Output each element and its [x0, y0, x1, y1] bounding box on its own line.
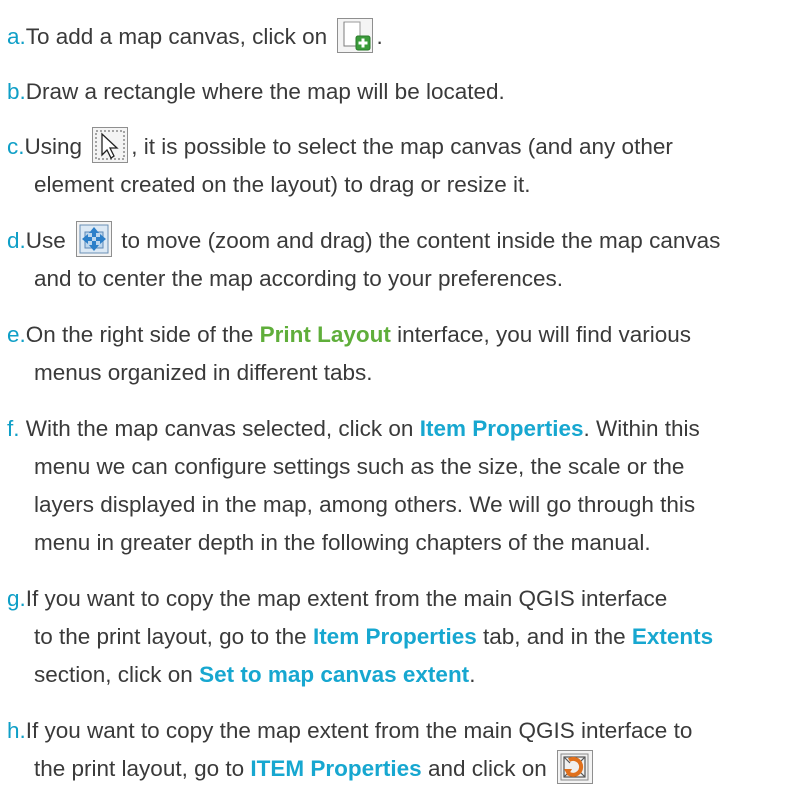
item-marker: f.: [7, 416, 20, 441]
item-text-continued: menu we can configure settings such as t…: [34, 454, 685, 479]
item-text: Draw a rectangle where the map will be l…: [25, 79, 505, 104]
item-text-continued: menu in greater depth in the following c…: [34, 530, 651, 555]
item-properties-highlight: Item Properties: [312, 624, 477, 649]
item-text-end: .: [376, 24, 383, 49]
item-text: If you want to copy the map extent from …: [25, 718, 693, 743]
item-marker: b.: [7, 79, 26, 104]
item-text-continued: menus organized in different tabs.: [34, 360, 373, 385]
item-text-continued: to the print layout, go to the: [34, 624, 313, 649]
instruction-list: a.To add a map canvas, click on . b.Draw…: [0, 0, 803, 812]
item-marker: d.: [7, 228, 26, 253]
list-item-e: e.On the right side of the Print Layout …: [7, 316, 797, 392]
item-text-continued: and to center the map according to your …: [34, 266, 564, 291]
list-item-f: f. With the map canvas selected, click o…: [7, 410, 797, 562]
item-text: tab, and in the: [476, 624, 632, 649]
item-text-continued: the print layout, go to: [34, 756, 251, 781]
print-layout-highlight: Print Layout: [259, 322, 391, 347]
item-text: interface, you will find various: [390, 322, 692, 347]
extents-highlight: Extents: [631, 624, 714, 649]
item-text: To add a map canvas, click on: [25, 24, 334, 49]
list-item-d: d.Use to move (zoom and drag) the conten…: [7, 221, 797, 298]
item-marker: c.: [7, 134, 25, 159]
item-text: . Within this: [583, 416, 700, 441]
move-item-content-icon: [76, 221, 113, 258]
item-properties-highlight: ITEM Properties: [250, 756, 422, 781]
item-text: and click on: [421, 756, 554, 781]
list-item-a: a.To add a map canvas, click on .: [7, 17, 797, 56]
item-text-continued: element created on the layout) to drag o…: [34, 172, 531, 197]
list-item-c: c.Using , it is possible to select the m…: [7, 127, 797, 204]
item-text: to move (zoom and drag) the content insi…: [115, 228, 721, 253]
item-properties-highlight: Item Properties: [419, 416, 584, 441]
set-to-map-canvas-extent-icon: [557, 750, 594, 785]
item-text: If you want to copy the map extent from …: [25, 586, 668, 611]
list-item-h: h.If you want to copy the map extent fro…: [7, 712, 797, 788]
item-text-continued: layers displayed in the map, among other…: [34, 492, 696, 517]
item-text: On the right side of the: [25, 322, 260, 347]
item-text-continued: section, click on: [34, 662, 200, 687]
item-text: , it is possible to select the map canva…: [131, 134, 673, 159]
item-text: With the map canvas selected, click on: [19, 416, 420, 441]
select-move-item-icon: [92, 127, 129, 164]
item-marker: h.: [7, 718, 26, 743]
item-text: Using: [24, 134, 89, 159]
list-item-b: b.Draw a rectangle where the map will be…: [7, 73, 797, 111]
list-item-g: g.If you want to copy the map extent fro…: [7, 580, 797, 694]
item-marker: a.: [7, 24, 26, 49]
item-text: .: [469, 662, 476, 687]
item-marker: g.: [7, 586, 26, 611]
item-marker: e.: [7, 322, 26, 347]
add-map-icon: [337, 17, 374, 53]
item-text: Use: [25, 228, 73, 253]
set-to-map-canvas-extent-highlight: Set to map canvas extent: [199, 662, 470, 687]
